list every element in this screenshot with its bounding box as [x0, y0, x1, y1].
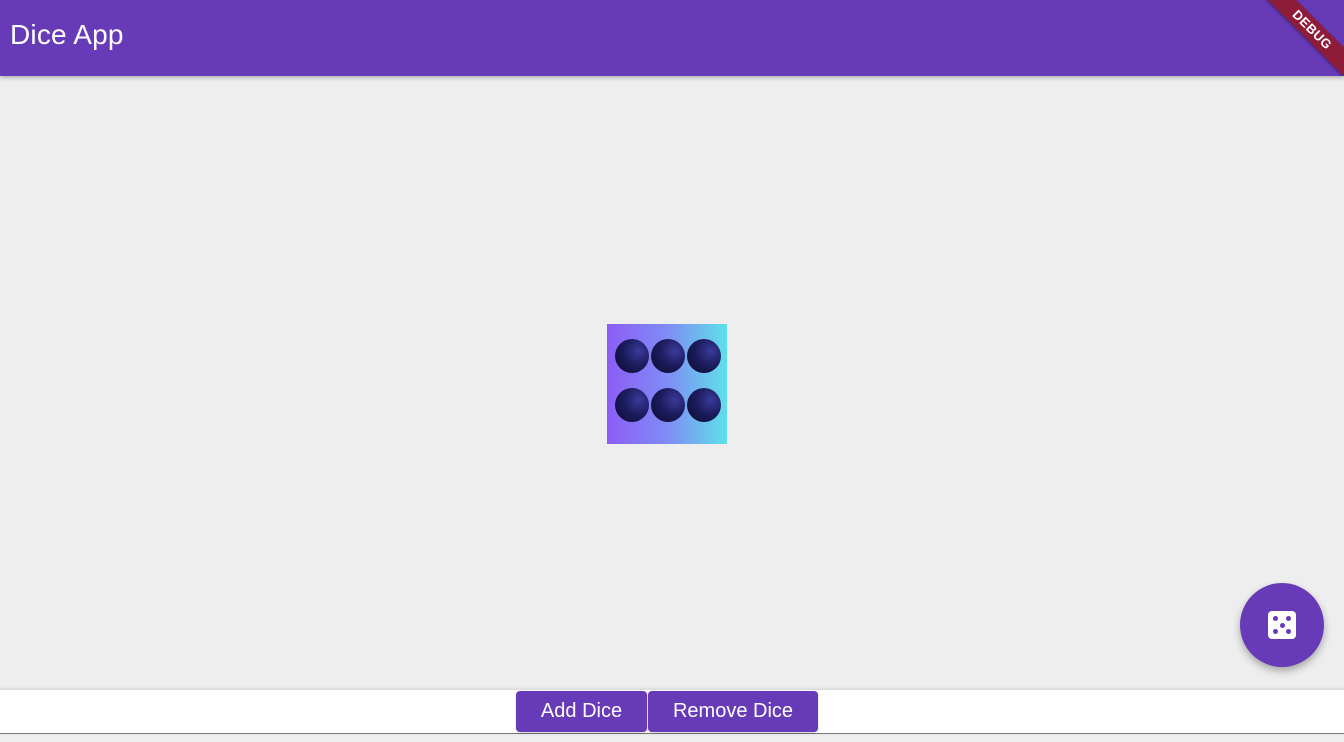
dice-pip — [615, 339, 649, 373]
bottom-bar: Add Dice Remove Dice — [0, 690, 1344, 734]
window-bottom-edge — [0, 734, 1344, 742]
app-bar: Dice App DEBUG — [0, 0, 1344, 76]
dice-pip — [687, 339, 721, 373]
dice-face-six[interactable] — [607, 324, 727, 444]
dice-pip — [651, 388, 685, 422]
app-title: Dice App — [10, 19, 124, 50]
remove-dice-button[interactable]: Remove Dice — [648, 691, 818, 732]
dice-pip — [687, 388, 721, 422]
roll-dice-button[interactable] — [1240, 583, 1324, 667]
debug-banner: DEBUG — [1255, 0, 1344, 76]
dice-icon — [1268, 611, 1296, 639]
add-dice-button[interactable]: Add Dice — [516, 691, 647, 732]
dice-pip — [651, 339, 685, 373]
dice-pip — [615, 388, 649, 422]
